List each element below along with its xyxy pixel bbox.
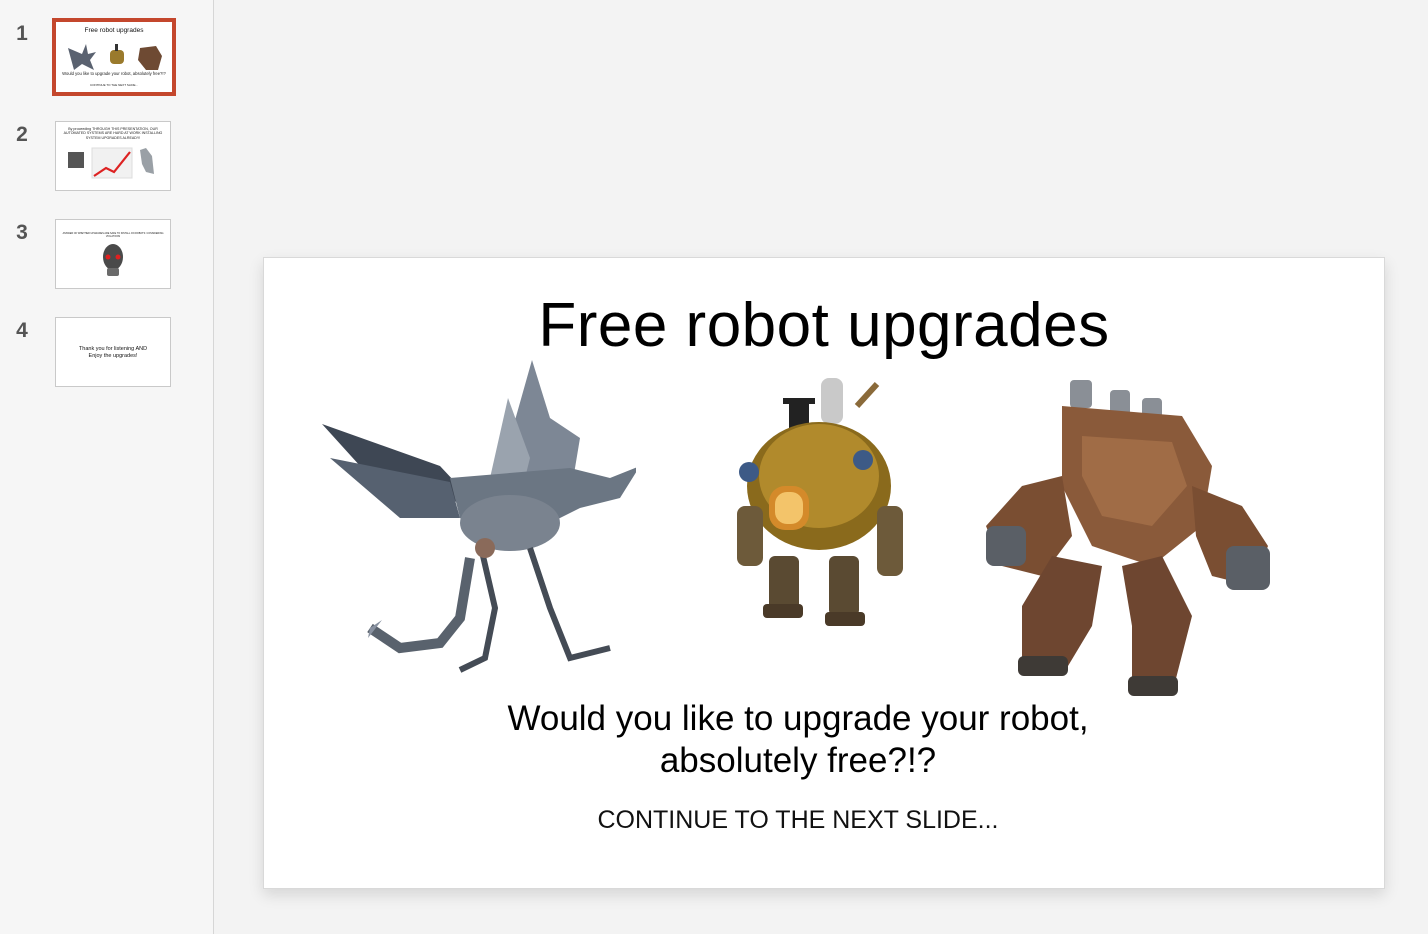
slide-number: 2 (16, 123, 28, 146)
thumb-chart-image (68, 147, 154, 179)
slide-thumbnail-row-4[interactable]: 4 Thank you for listening AND Enjoy the … (0, 317, 213, 395)
thumb-robots-image (68, 44, 162, 70)
slide-editor-canvas[interactable]: Free robot upgrades Would you like to up… (215, 0, 1428, 934)
slide-subtitle[interactable]: Would you like to upgrade your robot, ab… (434, 698, 1162, 782)
thumb-skull-image (103, 244, 123, 276)
slide-number: 1 (16, 22, 28, 45)
presentation-app: 1 Free robot upgrades Would you like to … (0, 0, 1428, 934)
thumb-note: CONTINUE TO THE NEXT SLIDE... (89, 83, 139, 87)
thumb-text: ANSWER OF WHETHER UPGRADES ARE SAFE TO I… (62, 232, 164, 238)
mechanical-dragon-image[interactable] (320, 358, 636, 678)
slide-note[interactable]: CONTINUE TO THE NEXT SLIDE... (264, 806, 1332, 835)
slide-thumbnail-row-3[interactable]: 3 ANSWER OF WHETHER UPGRADES ARE SAFE TO… (0, 219, 213, 297)
slide-title[interactable]: Free robot upgrades (264, 290, 1384, 361)
thumb-text: Thank you for listening AND Enjoy the up… (78, 346, 148, 359)
slide-thumbnail-row-1[interactable]: 1 Free robot upgrades Would you like to … (0, 18, 213, 98)
slide-number: 3 (16, 221, 28, 244)
slide-thumbnail-2[interactable]: By proceeding THROUGH THIS PRESENTATION,… (55, 121, 171, 191)
thumb-title: Free robot upgrades (84, 27, 144, 34)
thumb-subtitle: Would you like to upgrade your robot, ab… (62, 71, 166, 76)
slide-number: 4 (16, 319, 28, 342)
wooden-mech-robot-image[interactable] (982, 376, 1274, 698)
slide-thumbnail-4[interactable]: Thank you for listening AND Enjoy the up… (55, 317, 171, 387)
current-slide[interactable]: Free robot upgrades Would you like to up… (263, 257, 1385, 889)
thumb-text: By proceeding THROUGH THIS PRESENTATION,… (63, 127, 163, 140)
slide-thumbnail-row-2[interactable]: 2 By proceeding THROUGH THIS PRESENTATIO… (0, 121, 213, 199)
slide-thumbnail-panel: 1 Free robot upgrades Would you like to … (0, 0, 214, 934)
slide-thumbnail-1[interactable]: Free robot upgrades Would you like to up… (52, 18, 176, 96)
steampunk-robot-image[interactable] (729, 376, 929, 651)
slide-thumbnail-3[interactable]: ANSWER OF WHETHER UPGRADES ARE SAFE TO I… (55, 219, 171, 289)
